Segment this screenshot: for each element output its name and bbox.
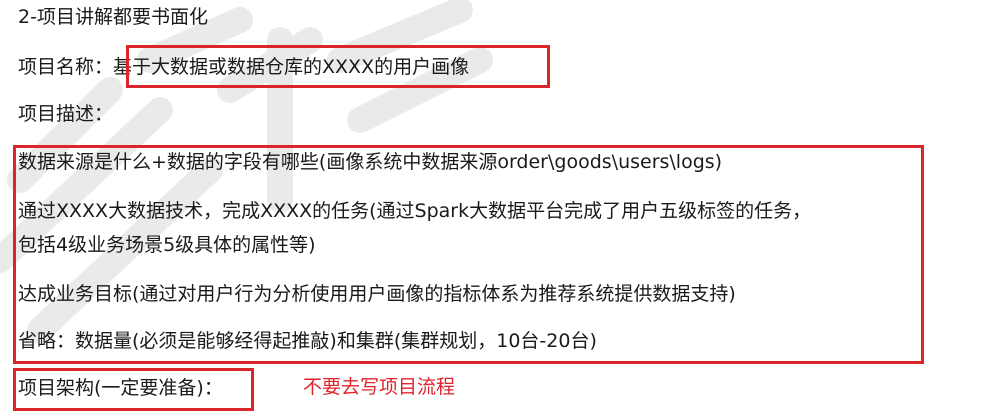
project-name-label: 项目名称： (18, 56, 114, 78)
desc-line: 包括4级业务场景5级具体的属性等) (18, 234, 316, 256)
desc-line: 通过XXXX大数据技术，完成XXXX的任务(通过Spark大数据平台完成了用户五… (18, 200, 812, 222)
desc-line: 数据来源是什么+数据的字段有哪些(画像系统中数据来源order\goods\us… (18, 151, 723, 173)
project-name-highlight-box (126, 45, 550, 88)
heading: 2-项目讲解都要书面化 (18, 6, 208, 28)
desc-line: 达成业务目标(通过对用户行为分析使用用户画像的指标体系为推荐系统提供数据支持) (18, 283, 736, 305)
project-desc-label: 项目描述： (18, 103, 114, 125)
project-arch-highlight-box (13, 368, 254, 411)
red-note: 不要去写项目流程 (303, 376, 456, 398)
desc-line: 省略：数据量(必须是能够经得起推敲)和集群(集群规划，10台-20台) (18, 330, 597, 352)
